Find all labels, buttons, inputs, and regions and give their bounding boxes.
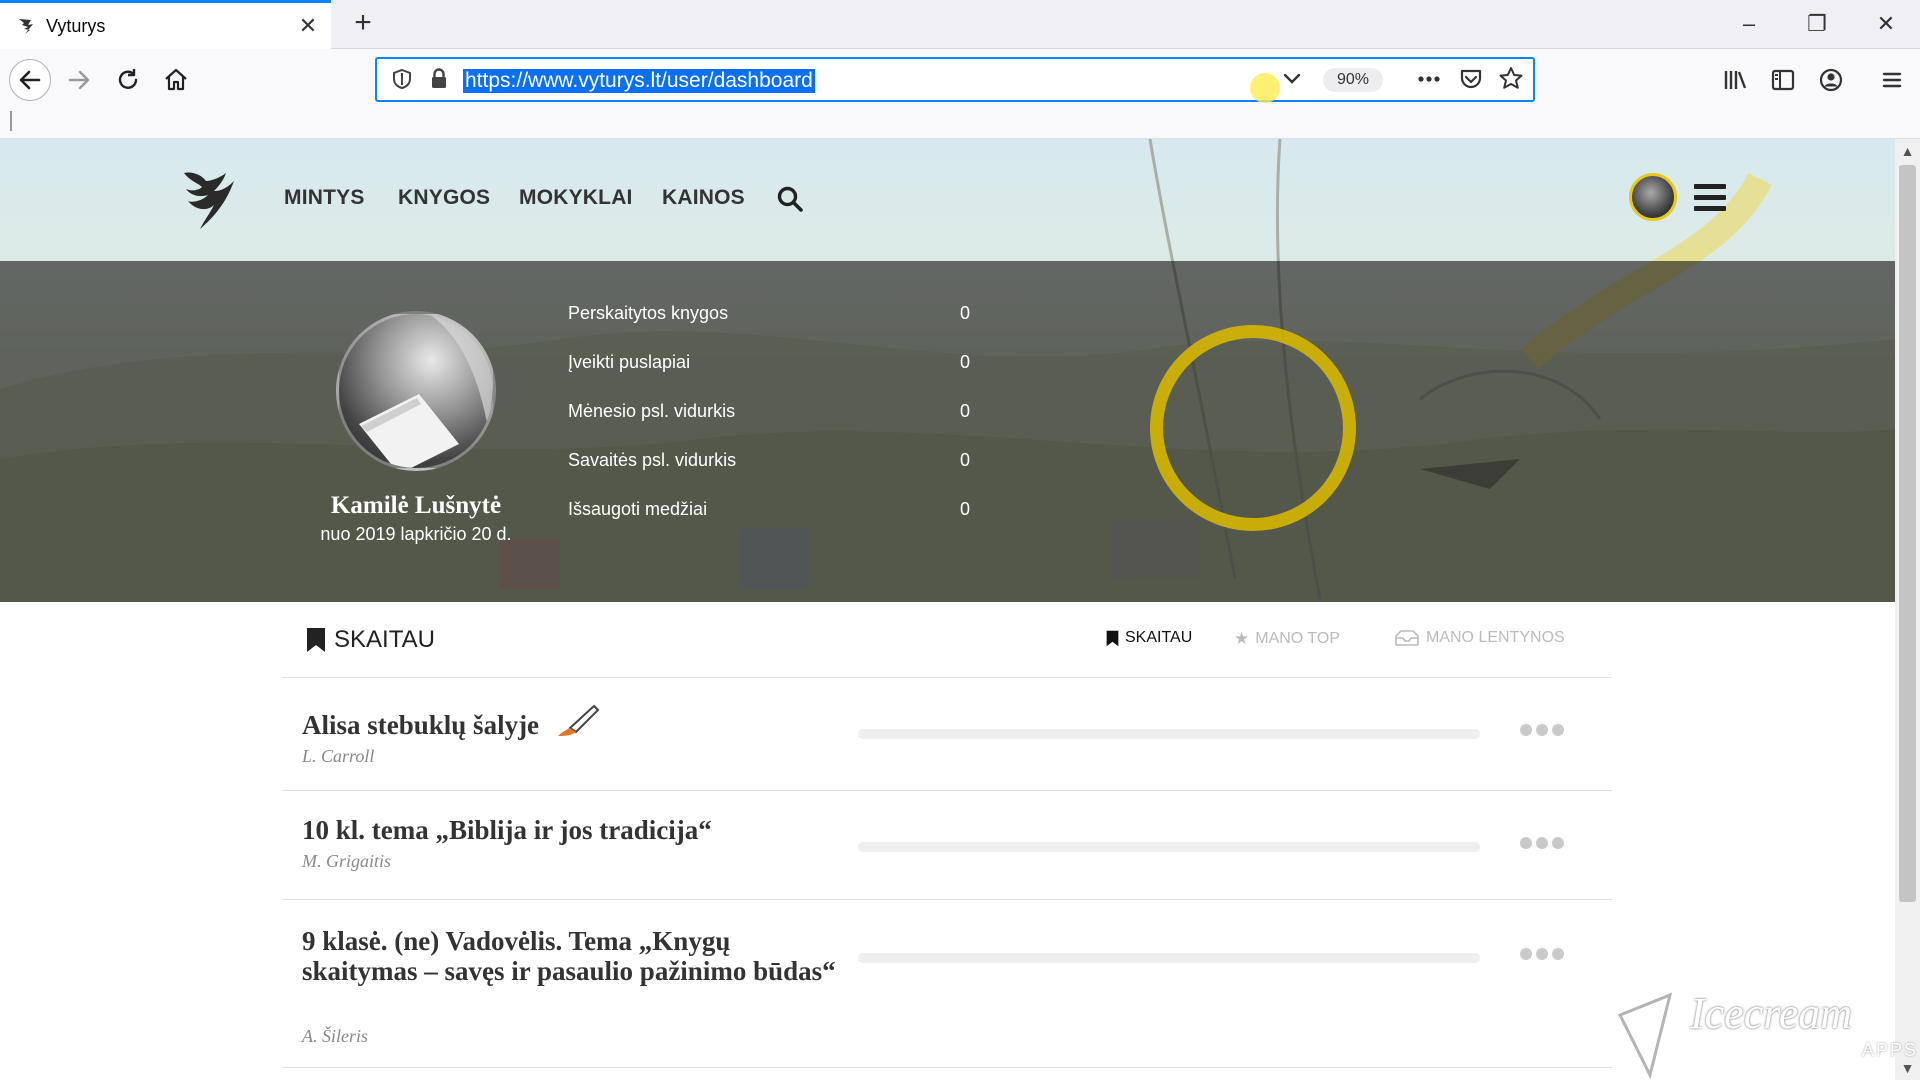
member-since: nuo 2019 lapkričio 20 d.	[320, 524, 512, 544]
stat-label: Įveikti puslapiai	[568, 352, 691, 372]
close-tab-icon[interactable]: ✕	[296, 14, 320, 38]
arrow-right-icon	[68, 70, 90, 90]
text-caret	[10, 111, 12, 131]
watermark-sub: APPS	[1862, 1040, 1919, 1060]
hamburger-menu-icon[interactable]	[1694, 184, 1726, 212]
book-title[interactable]: 10 kl. tema „Biblija ir jos tradicija“	[302, 815, 842, 845]
bookmark-icon	[1106, 630, 1119, 646]
bookmark-star-icon[interactable]	[1494, 62, 1528, 96]
forward-button[interactable]	[58, 59, 100, 101]
pocket-icon[interactable]	[1454, 62, 1488, 96]
nav-link-mintys[interactable]: MINTYS	[284, 186, 365, 210]
sidebar-icon[interactable]	[1766, 63, 1800, 97]
nav-link-knygos[interactable]: KNYGOS	[398, 186, 490, 210]
book-author: L. Carroll	[302, 746, 375, 766]
user-avatar[interactable]	[1629, 173, 1677, 221]
stat-value: 0	[960, 401, 971, 421]
new-tab-icon[interactable]: +	[348, 8, 378, 40]
home-button[interactable]	[155, 59, 197, 101]
scrollbar-thumb[interactable]	[1899, 165, 1916, 902]
back-button[interactable]	[9, 59, 51, 101]
arrow-left-icon	[19, 70, 41, 90]
tab-label: MANO LENTYNOS	[1426, 629, 1565, 646]
reload-icon	[118, 69, 138, 89]
nav-link-mokyklai[interactable]: MOKYKLAI	[519, 186, 633, 210]
book-row[interactable]: 10 kl. tema „Biblija ir jos tradicija“ M…	[282, 791, 1612, 900]
more-options-icon[interactable]	[1520, 837, 1564, 849]
profile-avatar	[336, 311, 496, 471]
shelf-icon	[1395, 630, 1419, 646]
book-row[interactable]: Alisa stebuklų šalyje L. Carroll	[282, 678, 1612, 791]
star-icon: ★	[1234, 629, 1250, 648]
profile-name: Kamilė Lušnytė	[330, 492, 502, 519]
page-viewport: MINTYS KNYGOS MOKYKLAI KAINOS Kamilė Luš…	[0, 139, 1895, 1080]
more-actions-icon[interactable]	[1412, 62, 1446, 96]
reading-progress-bar	[858, 953, 1480, 963]
page-scrollbar[interactable]: ▲ ▼	[1895, 139, 1920, 1080]
stat-row: Įveikti puslapiai 0	[568, 352, 988, 382]
section-title: SKAITAU	[306, 626, 435, 654]
stat-row: Išsaugoti medžiai 0	[568, 499, 988, 529]
tab-label: SKAITAU	[1125, 629, 1193, 646]
stat-label: Perskaitytos knygos	[568, 303, 729, 323]
browser-tab[interactable]: Vyturys ✕	[0, 0, 331, 49]
home-icon	[165, 68, 187, 91]
stat-label: Išsaugoti medžiai	[568, 499, 708, 519]
stat-row: Savaitės psl. vidurkis 0	[568, 450, 988, 480]
click-highlight-ring	[1150, 325, 1356, 531]
bookmark-icon	[307, 628, 325, 652]
zoom-level-badge[interactable]: 90%	[1323, 68, 1383, 92]
book-author: M. Grigaitis	[302, 851, 392, 871]
nav-link-kainos[interactable]: KAINOS	[662, 186, 745, 210]
book-title-text: Alisa stebuklų šalyje	[302, 710, 540, 740]
restore-window-icon[interactable]: ❐	[1797, 8, 1837, 40]
stat-value: 0	[960, 303, 971, 323]
tab-skaitau[interactable]: SKAITAU	[1106, 629, 1192, 647]
reading-progress-bar	[858, 729, 1480, 739]
minimize-window-icon[interactable]: –	[1729, 8, 1769, 40]
close-window-icon[interactable]: ✕	[1866, 8, 1906, 40]
more-options-icon[interactable]	[1520, 724, 1564, 736]
scroll-up-arrow-icon[interactable]: ▲	[1895, 139, 1920, 163]
navigation-toolbar: https://www.vyturys.lt/user/dashboard 90…	[0, 49, 1920, 139]
more-options-icon[interactable]	[1520, 948, 1564, 960]
stat-row: Perskaitytos knygos 0	[568, 303, 988, 333]
stat-label: Mėnesio psl. vidurkis	[568, 401, 736, 421]
book-author: A. Šileris	[302, 1026, 368, 1046]
reading-progress-bar	[858, 842, 1480, 852]
url-text[interactable]: https://www.vyturys.lt/user/dashboard	[463, 69, 815, 93]
reload-button[interactable]	[107, 59, 149, 101]
book-row[interactable]: 9 klasė. (ne) Vadovėlis. Tema „Knygų ska…	[282, 900, 1612, 1068]
profile-hero: MINTYS KNYGOS MOKYKLAI KAINOS Kamilė Luš…	[0, 139, 1895, 602]
tab-mano-lentynos[interactable]: MANO LENTYNOS	[1394, 629, 1565, 647]
library-icon[interactable]	[1718, 63, 1752, 97]
book-title[interactable]: Alisa stebuklų šalyje	[302, 702, 842, 740]
vyturys-logo-icon[interactable]	[180, 167, 236, 231]
stat-value: 0	[960, 499, 971, 519]
search-icon[interactable]	[776, 185, 804, 213]
vyturys-favicon-icon	[19, 19, 33, 34]
reading-book-photo-icon	[359, 314, 493, 468]
stat-label: Savaitės psl. vidurkis	[568, 450, 737, 470]
watermark-brand: Icecream	[1690, 989, 1853, 1038]
address-bar[interactable]: https://www.vyturys.lt/user/dashboard 90…	[375, 57, 1535, 103]
stat-value: 0	[960, 352, 971, 372]
section-title-text: SKAITAU	[334, 626, 435, 653]
account-icon[interactable]	[1814, 63, 1848, 97]
shield-icon[interactable]	[385, 62, 419, 96]
chevron-down-icon[interactable]	[1275, 62, 1309, 96]
app-menu-icon[interactable]	[1875, 63, 1909, 97]
tab-title: Vyturys	[46, 16, 106, 36]
tab-bar: Vyturys ✕ + – ❐ ✕	[0, 0, 1920, 49]
stat-value: 0	[960, 450, 971, 470]
tab-label: MANO TOP	[1255, 630, 1341, 647]
tab-mano-top[interactable]: ★ MANO TOP	[1234, 629, 1340, 649]
section-header: SKAITAU SKAITAU ★ MANO TOP MANO LENTYNOS	[282, 602, 1612, 678]
book-title[interactable]: 9 klasė. (ne) Vadovėlis. Tema „Knygų ska…	[302, 926, 842, 986]
lock-icon[interactable]	[422, 62, 456, 96]
stat-row: Mėnesio psl. vidurkis 0	[568, 401, 988, 431]
paintbrush-icon	[557, 704, 600, 736]
